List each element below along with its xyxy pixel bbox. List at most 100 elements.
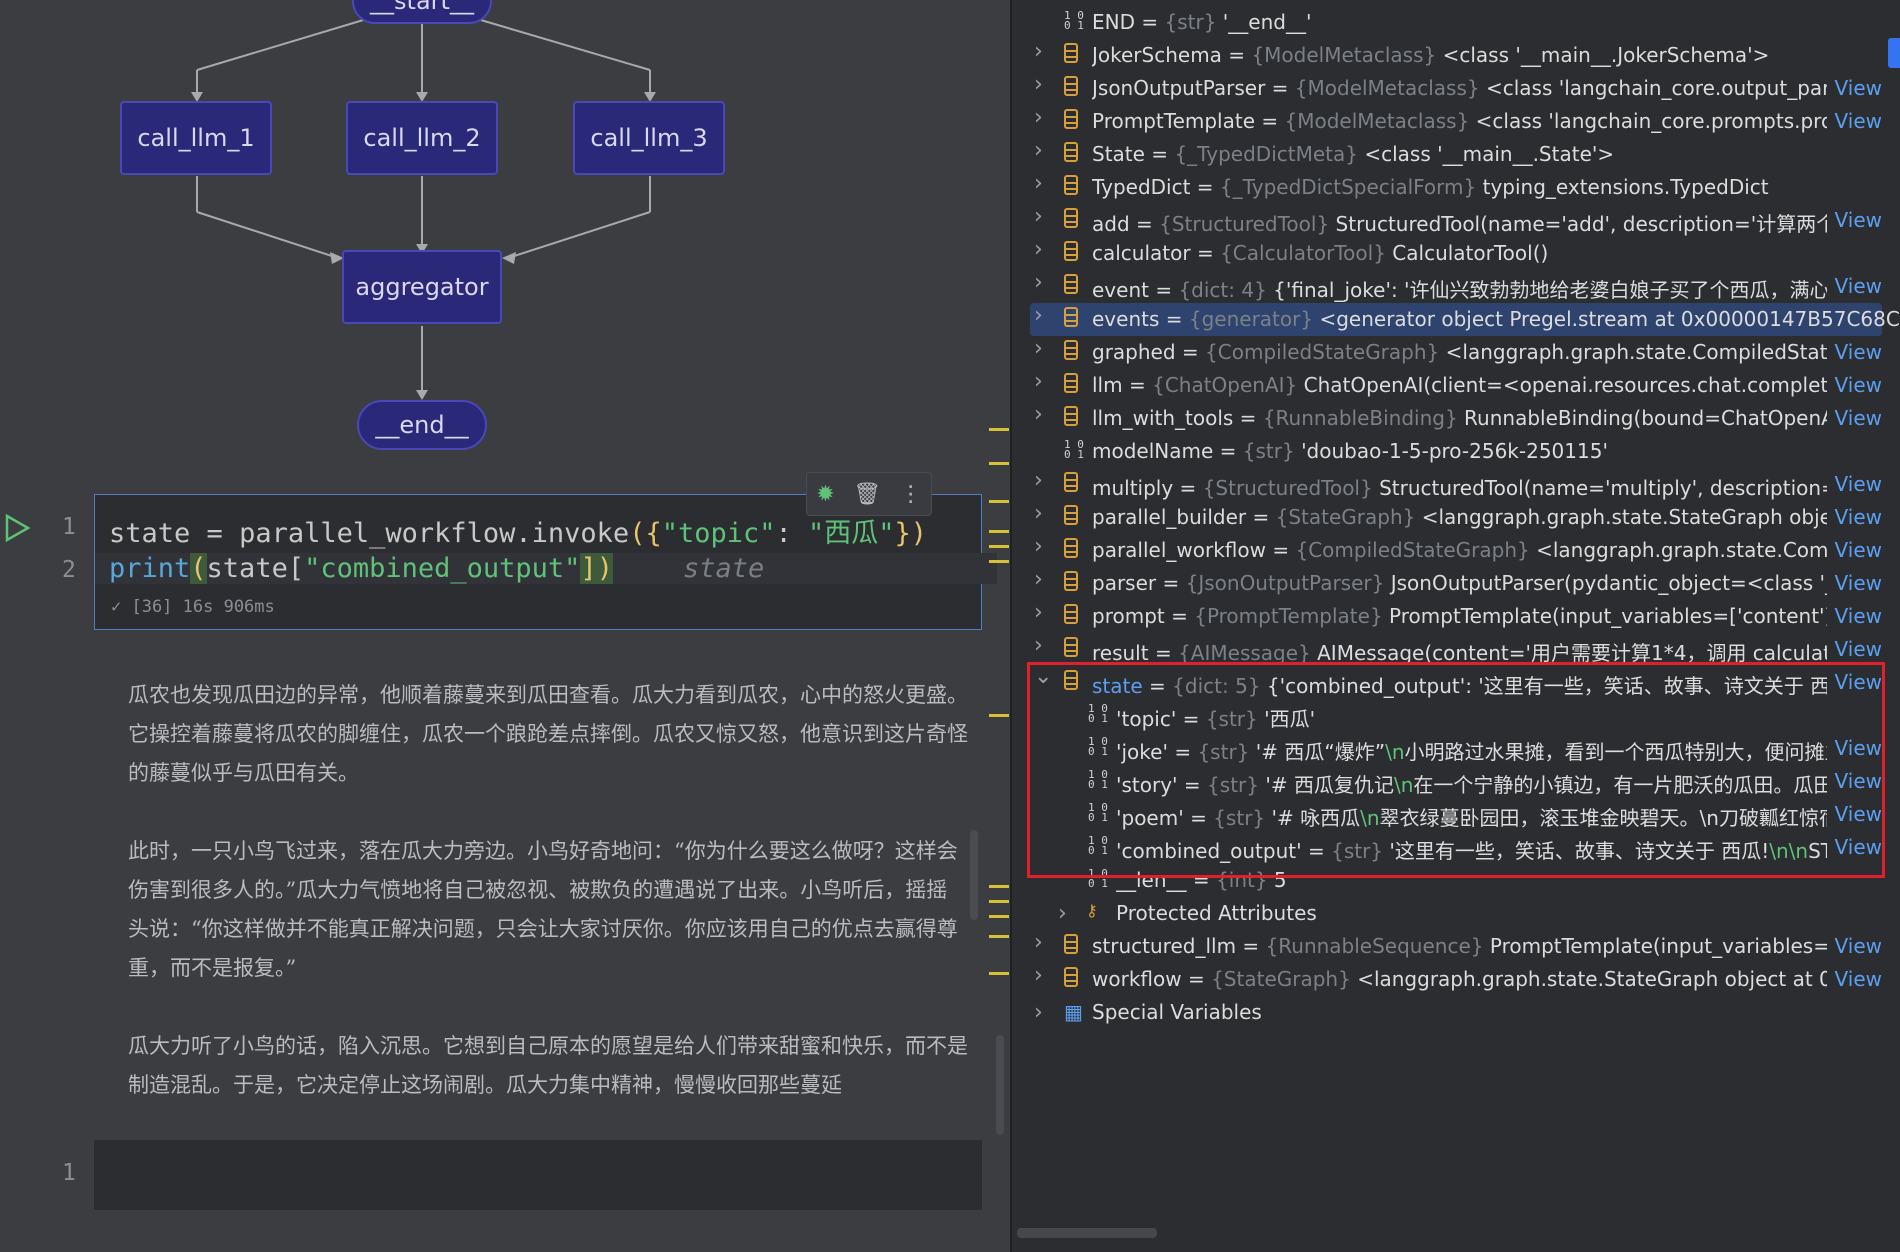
chevron-right-icon[interactable]: ›: [1034, 303, 1050, 328]
more-icon[interactable]: ⋮: [900, 482, 922, 507]
chevron-right-icon[interactable]: ›: [1034, 930, 1050, 955]
view-link[interactable]: View: [1835, 967, 1882, 991]
variable-row[interactable]: › JokerSchema = {ModelMetaclass} <class '…: [1012, 39, 1882, 72]
workflow-graph: __start__ call_llm_1 call_llm_2 call_llm…: [0, 0, 1010, 480]
variable-type: {str}: [1164, 10, 1217, 34]
chevron-right-icon[interactable]: ›: [1034, 501, 1050, 526]
view-link[interactable]: View: [1835, 538, 1882, 562]
chevron-right-icon[interactable]: ›: [1034, 963, 1050, 988]
run-cell-icon[interactable]: [4, 514, 30, 542]
chevron-right-icon[interactable]: ›: [1034, 369, 1050, 394]
variable-row[interactable]: › workflow = {StateGraph} <langgraph.grap…: [1012, 963, 1882, 996]
chevron-right-icon[interactable]: ›: [1034, 600, 1050, 625]
variable-row[interactable]: › structured_llm = {RunnableSequence} Pro…: [1012, 930, 1882, 963]
scroll-marker: [989, 560, 1009, 563]
variable-row[interactable]: › llm = {ChatOpenAI} ChatOpenAI(client=<o…: [1012, 369, 1882, 402]
variable-type: {generator}: [1188, 307, 1314, 331]
scroll-marker: [989, 500, 1009, 503]
scroll-marker: [989, 885, 1009, 888]
chevron-right-icon[interactable]: ›: [1034, 204, 1050, 229]
view-link[interactable]: View: [1835, 637, 1882, 661]
view-link[interactable]: View: [1835, 604, 1882, 628]
notebook-scrollbar[interactable]: [996, 1035, 1004, 1135]
chevron-right-icon[interactable]: ›: [1034, 1000, 1050, 1025]
chevron-right-icon[interactable]: ›: [1034, 138, 1050, 163]
view-link[interactable]: View: [1835, 934, 1882, 958]
view-link[interactable]: View: [1835, 76, 1882, 100]
view-link[interactable]: View: [1835, 274, 1882, 298]
protected-attributes-row[interactable]: › ⚷ Protected Attributes: [1012, 897, 1882, 930]
variable-row[interactable]: › parser = {JsonOutputParser} JsonOutputP…: [1012, 567, 1882, 600]
variable-type: {StateGraph}: [1275, 505, 1416, 529]
variable-row[interactable]: › PromptTemplate = {ModelMetaclass} <clas…: [1012, 105, 1882, 138]
empty-code-cell[interactable]: 1: [62, 1140, 982, 1210]
variables-scrollbar[interactable]: [1017, 1228, 1157, 1238]
variable-value: StructuredTool(name='multiply', descript…: [1379, 476, 1827, 500]
chevron-right-icon[interactable]: ›: [1034, 72, 1050, 97]
chevron-right-icon[interactable]: ›: [1034, 336, 1050, 361]
variable-value: <class 'langchain_core.output_parsers.j.…: [1485, 76, 1827, 100]
chevron-right-icon[interactable]: ›: [1034, 105, 1050, 130]
view-link[interactable]: View: [1835, 340, 1882, 364]
variable-row[interactable]: 1 00 1 END = {str} '__end__': [1012, 6, 1882, 39]
variable-row[interactable]: › JsonOutputParser = {ModelMetaclass} <cl…: [1012, 72, 1882, 105]
variable-text: PromptTemplate = {ModelMetaclass} <class…: [1092, 109, 1827, 133]
chevron-right-icon[interactable]: ›: [1034, 534, 1050, 559]
chevron-right-icon[interactable]: ›: [1034, 171, 1050, 196]
variable-type: {RunnableBinding}: [1262, 406, 1458, 430]
chevron-right-icon[interactable]: ›: [1034, 567, 1050, 592]
view-link[interactable]: View: [1835, 472, 1882, 496]
special-variables-row[interactable]: › ▦ Special Variables: [1012, 996, 1882, 1029]
variable-row[interactable]: › multiply = {StructuredTool} StructuredT…: [1012, 468, 1882, 501]
database-icon: [1064, 175, 1084, 199]
variable-text: State = {_TypedDictMeta} <class '__main_…: [1092, 142, 1615, 166]
view-link[interactable]: View: [1835, 505, 1882, 529]
view-link[interactable]: View: [1835, 109, 1882, 133]
scroll-marker: [989, 545, 1009, 548]
chevron-right-icon[interactable]: ›: [1034, 39, 1050, 64]
bug-icon[interactable]: ✹: [816, 482, 834, 507]
variable-row[interactable]: › parallel_builder = {StateGraph} <langgr…: [1012, 501, 1882, 534]
variable-value: <class 'langchain_core.prompts.prompt...…: [1475, 109, 1827, 133]
chevron-right-icon[interactable]: ›: [1034, 237, 1050, 262]
binary-icon: 1 00 1: [1064, 9, 1084, 32]
line-number-1: 1: [62, 1160, 76, 1186]
view-link[interactable]: View: [1835, 208, 1882, 232]
variable-type: {ChatOpenAI}: [1152, 373, 1298, 397]
cell-output: 瓜农也发现瓜田边的异常，他顺着藤蔓来到瓜田查看。瓜大力看到瓜农，心中的怒火更盛。…: [128, 676, 968, 1144]
code-token: print: [109, 553, 191, 584]
variable-row[interactable]: › event = {dict: 4} {'final_joke': '许仙兴致勃…: [1012, 270, 1882, 303]
variable-value: JsonOutputParser(pydantic_object=<class …: [1390, 571, 1827, 595]
variable-row[interactable]: › graphed = {CompiledStateGraph} <langgra…: [1012, 336, 1882, 369]
variable-row[interactable]: › calculator = {CalculatorTool} Calculato…: [1012, 237, 1882, 270]
chevron-right-icon[interactable]: ›: [1034, 633, 1050, 658]
database-icon: [1064, 373, 1084, 397]
chevron-right-icon[interactable]: ›: [1034, 402, 1050, 427]
protected-attributes-label: Protected Attributes: [1116, 901, 1317, 925]
variable-row[interactable]: › events = {generator} <generator object …: [1030, 303, 1900, 336]
variable-row[interactable]: › State = {_TypedDictMeta} <class '__main…: [1012, 138, 1882, 171]
variable-name: workflow: [1092, 967, 1182, 991]
variable-value: <langgraph.graph.state.CompiledStateGrap…: [1445, 340, 1827, 364]
chevron-right-icon[interactable]: ›: [1058, 901, 1074, 926]
variable-row[interactable]: › TypedDict = {_TypedDictSpecialForm} typ…: [1012, 171, 1882, 204]
line-number-1: 1: [62, 514, 76, 540]
side-tab-icon[interactable]: [1888, 38, 1900, 68]
variable-row[interactable]: › add = {StructuredTool} StructuredTool(n…: [1012, 204, 1882, 237]
view-link[interactable]: View: [1835, 373, 1882, 397]
variable-row[interactable]: › llm_with_tools = {RunnableBinding} Runn…: [1012, 402, 1882, 435]
view-link[interactable]: View: [1835, 406, 1882, 430]
chevron-right-icon[interactable]: ›: [1034, 468, 1050, 493]
trash-icon[interactable]: 🗑: [853, 482, 881, 507]
variable-value: {'final_joke': '许仙兴致勃勃地给老婆白娘子买了个西瓜，满心欢喜地…: [1273, 278, 1827, 302]
chevron-right-icon[interactable]: ›: [1034, 270, 1050, 295]
output-scrollbar[interactable]: [970, 830, 978, 920]
view-link[interactable]: View: [1835, 571, 1882, 595]
variable-row[interactable]: 1 00 1 modelName = {str} 'doubao-1-5-pro-…: [1012, 435, 1882, 468]
database-icon: [1064, 241, 1084, 265]
variable-row[interactable]: › parallel_workflow = {CompiledStateGraph…: [1012, 534, 1882, 567]
variable-name: multiply: [1092, 476, 1174, 500]
scroll-marker: [989, 462, 1009, 465]
variable-text: prompt = {PromptTemplate} PromptTemplate…: [1092, 604, 1827, 628]
variable-row[interactable]: › prompt = {PromptTemplate} PromptTemplat…: [1012, 600, 1882, 633]
